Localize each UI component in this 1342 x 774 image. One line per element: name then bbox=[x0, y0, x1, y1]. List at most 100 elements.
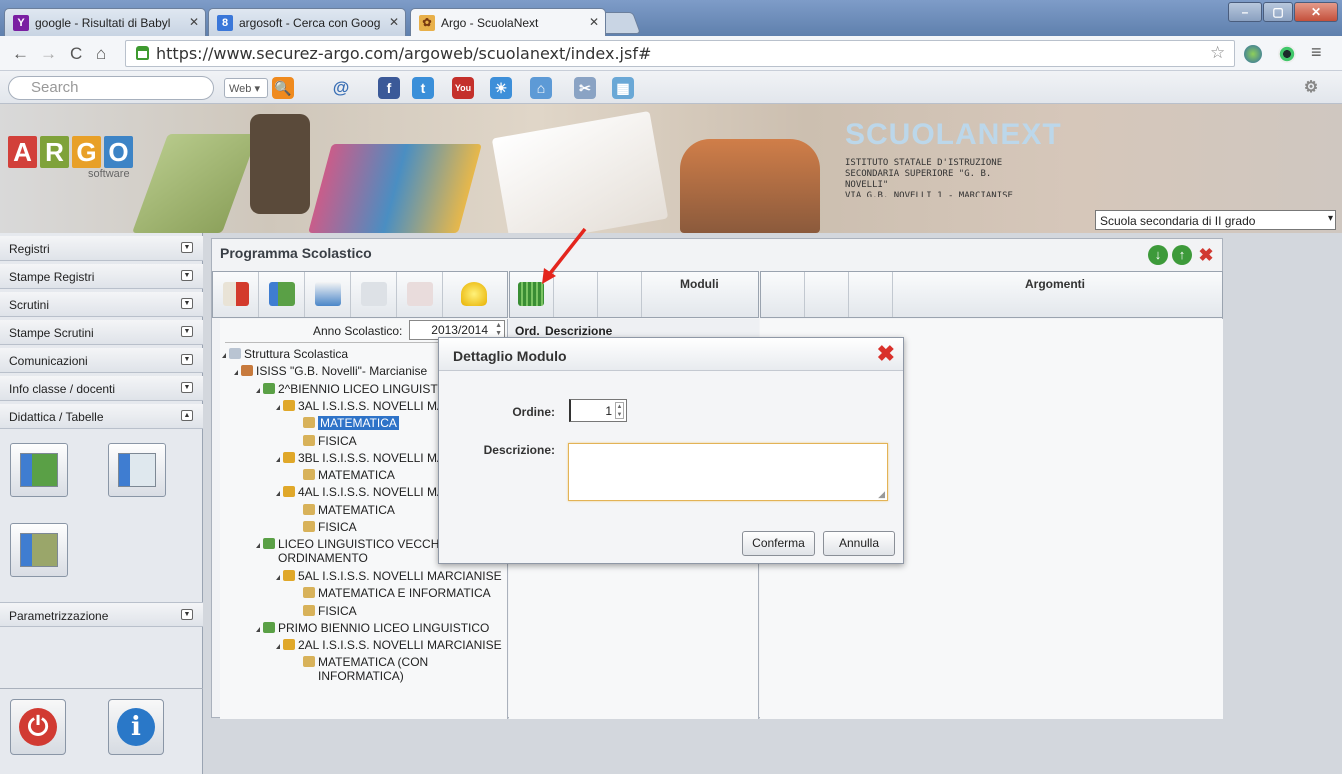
close-window-button[interactable]: ✕ bbox=[1294, 2, 1338, 22]
sidebar-item-parametrizzazione[interactable]: Parametrizzazione ▼ bbox=[0, 602, 203, 627]
browser-tab-google[interactable]: Y google - Risultati di Babyl ✕ bbox=[4, 8, 206, 36]
menu-icon[interactable]: ≡ bbox=[1311, 42, 1322, 63]
move-up-icon[interactable]: ↑ bbox=[1172, 245, 1192, 265]
sidebar-item-didattica[interactable]: Didattica / Tabelle ▲ bbox=[0, 404, 203, 429]
tree-node-label: Struttura Scolastica bbox=[244, 347, 349, 361]
tree-node-label-cont: INFORMATICA) bbox=[318, 669, 404, 684]
tree-node[interactable]: 5AL I.S.I.S.S. NOVELLI MARCIANISE bbox=[276, 569, 502, 583]
annulla-button[interactable]: Annulla bbox=[823, 531, 895, 556]
reload-icon[interactable]: C bbox=[70, 44, 82, 64]
sidebar-item-scrutini[interactable]: Scrutini ▼ bbox=[0, 292, 203, 317]
tree-node[interactable]: FISICA bbox=[296, 604, 357, 618]
settings-gear-icon[interactable]: ⚙ bbox=[1300, 77, 1322, 99]
product-name: SCUOLANEXT bbox=[845, 118, 1062, 151]
scuolanext-logo: SCUOLANEXT bbox=[845, 118, 1062, 152]
tab-close-icon[interactable]: ✕ bbox=[389, 15, 399, 29]
move-down-icon[interactable]: ↓ bbox=[1148, 245, 1168, 265]
tabelle-button[interactable] bbox=[108, 443, 166, 497]
tools-icon[interactable]: ✂ bbox=[574, 77, 596, 99]
address-bar-row: ← → C ⌂ https://www.securez-argo.com/arg… bbox=[0, 36, 1342, 71]
search-toolbar: Search Web ▾ 🔍 @ f t You ☀ ⌂ ✂ ▦ ⚙ bbox=[0, 71, 1342, 104]
resize-handle-icon[interactable]: ◢ bbox=[878, 489, 885, 500]
tree-node[interactable]: 3AL I.S.I.S.S. NOVELLI MA bbox=[276, 399, 445, 413]
expand-arrow-icon[interactable] bbox=[234, 370, 238, 376]
argo-header-banner: A R G O software SCUOLANEXT ISTITUTO STA… bbox=[0, 104, 1342, 233]
hint-button[interactable] bbox=[443, 272, 507, 317]
bookmark-star-icon[interactable]: ☆ bbox=[1210, 43, 1225, 63]
tree-node[interactable]: LICEO LINGUISTICO VECCH ORDINAMENTO bbox=[256, 537, 439, 565]
tree-node[interactable]: Struttura Scolastica bbox=[222, 347, 348, 361]
search-icon[interactable]: 🔍 bbox=[272, 77, 294, 99]
twitter-icon[interactable]: t bbox=[412, 77, 434, 99]
descrizione-textarea[interactable]: ◢ bbox=[568, 443, 888, 501]
tree-node[interactable]: 3BL I.S.I.S.S. NOVELLI MA bbox=[276, 451, 445, 465]
tree-node[interactable]: 2AL I.S.I.S.S. NOVELLI MARCIANISE bbox=[276, 638, 502, 652]
search-engine-select[interactable]: Web ▾ bbox=[224, 78, 268, 98]
exit-button[interactable] bbox=[213, 272, 259, 317]
globe-extension-icon[interactable] bbox=[1244, 45, 1262, 63]
sidebar-item-registri[interactable]: Registri ▼ bbox=[0, 236, 203, 261]
school-type-select[interactable]: Scuola secondaria di II grado ▾ bbox=[1095, 210, 1336, 230]
power-icon: ⏻ bbox=[19, 708, 57, 746]
tree-node[interactable]: PRIMO BIENNIO LICEO LINGUISTICO bbox=[256, 621, 489, 635]
tree-node[interactable]: MATEMATICA bbox=[296, 503, 395, 517]
info-button[interactable]: i bbox=[108, 699, 164, 755]
expand-arrow-icon[interactable] bbox=[222, 353, 226, 358]
url-input[interactable]: https://www.securez-argo.com/argoweb/scu… bbox=[125, 40, 1235, 67]
school-line: VIA G.B. NOVELLI 1 - MARCIANISE bbox=[845, 191, 1013, 197]
expand-arrow-icon[interactable] bbox=[276, 456, 280, 462]
house-icon[interactable]: ⌂ bbox=[530, 77, 552, 99]
logout-button[interactable]: ⏻ bbox=[10, 699, 66, 755]
browser-tab-argosoft[interactable]: 8 argosoft - Cerca con Goog ✕ bbox=[208, 8, 406, 36]
expand-arrow-icon[interactable] bbox=[276, 404, 280, 410]
close-icon[interactable]: ✖ bbox=[877, 342, 895, 366]
sidebar-item-stampe-scrutini[interactable]: Stampe Scrutini ▼ bbox=[0, 320, 203, 345]
tree-node[interactable]: MATEMATICA (CON INFORMATICA) bbox=[296, 655, 428, 683]
banner-illustration-flags bbox=[131, 134, 259, 233]
minimize-button[interactable]: – bbox=[1228, 2, 1262, 22]
spinner-icon[interactable]: ▲ ▼ bbox=[615, 402, 624, 419]
sidebar-item-comunicazioni[interactable]: Comunicazioni ▼ bbox=[0, 348, 203, 373]
tree-node[interactable]: ISISS "G.B. Novelli"- Marcianise bbox=[234, 364, 427, 378]
expand-arrow-icon[interactable] bbox=[256, 543, 260, 549]
tree-node[interactable]: 2^BIENNIO LICEO LINGUIST bbox=[256, 382, 438, 396]
email-icon[interactable]: @ bbox=[330, 77, 352, 99]
weather-icon[interactable]: ☀ bbox=[490, 77, 512, 99]
expand-arrow-icon[interactable] bbox=[276, 644, 280, 650]
maximize-button[interactable]: ▢ bbox=[1263, 2, 1293, 22]
forward-arrow-icon[interactable]: → bbox=[40, 44, 57, 64]
facebook-icon[interactable]: f bbox=[378, 77, 400, 99]
banner-illustration-folders bbox=[308, 144, 482, 233]
list-button[interactable] bbox=[259, 272, 305, 317]
close-panel-icon[interactable]: ✖ bbox=[1196, 245, 1216, 265]
tree-node[interactable]: MATEMATICA bbox=[296, 416, 399, 431]
toolbar-search-input[interactable]: Search bbox=[8, 76, 214, 100]
ordine-input[interactable]: 1 ▲ ▼ bbox=[569, 399, 627, 422]
home-icon[interactable]: ⌂ bbox=[96, 44, 106, 64]
sidebar-item-stampe-registri[interactable]: Stampe Registri ▼ bbox=[0, 264, 203, 289]
tree-node[interactable]: FISICA bbox=[296, 434, 357, 448]
back-arrow-icon[interactable]: ← bbox=[12, 44, 29, 64]
expand-arrow-icon[interactable] bbox=[256, 626, 260, 632]
remove-modulo-button bbox=[598, 272, 642, 317]
sidebar-item-info-classe[interactable]: Info classe / docenti ▼ bbox=[0, 376, 203, 401]
book-button[interactable] bbox=[305, 272, 351, 317]
tree-node[interactable]: MATEMATICA bbox=[296, 468, 395, 482]
tree-node[interactable]: MATEMATICA E INFORMATICA bbox=[296, 586, 491, 600]
expand-arrow-icon[interactable] bbox=[276, 491, 280, 497]
tree-node-label-cont: ORDINAMENTO bbox=[278, 551, 368, 566]
tree-node[interactable]: FISICA bbox=[296, 520, 357, 534]
statistiche-button[interactable] bbox=[10, 523, 68, 577]
tree-node[interactable]: 4AL I.S.I.S.S. NOVELLI MA bbox=[276, 485, 445, 499]
expand-arrow-icon[interactable] bbox=[256, 387, 260, 393]
programma-scolastico-button[interactable] bbox=[10, 443, 68, 497]
expand-arrow-icon[interactable] bbox=[276, 574, 280, 580]
calculator-icon[interactable]: ▦ bbox=[612, 77, 634, 99]
browser-tab-scuolanext[interactable]: ✿ Argo - ScuolaNext ✕ bbox=[410, 8, 606, 36]
add-argomento-button bbox=[761, 272, 805, 317]
tab-close-icon[interactable]: ✕ bbox=[589, 15, 599, 29]
eye-extension-icon[interactable] bbox=[1278, 45, 1296, 63]
tab-close-icon[interactable]: ✕ bbox=[189, 15, 199, 29]
youtube-icon[interactable]: You bbox=[452, 77, 474, 99]
conferma-button[interactable]: Conferma bbox=[742, 531, 815, 556]
